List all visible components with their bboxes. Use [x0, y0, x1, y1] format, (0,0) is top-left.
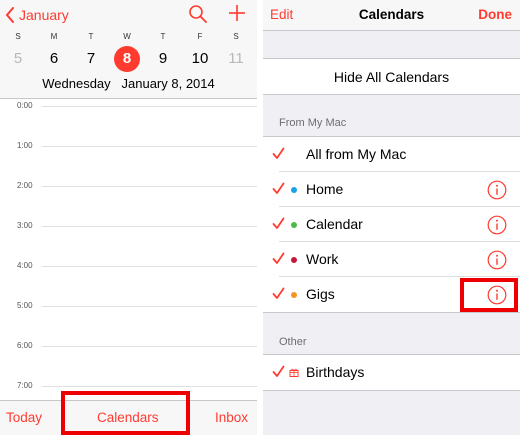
calendars-screen: Edit Calendars Done Hide All Calendars F… [263, 0, 520, 435]
back-to-month-button[interactable]: January [5, 4, 69, 26]
navigation-bar: Edit Calendars Done [263, 0, 520, 31]
calendar-row-home[interactable]: Home [263, 172, 520, 207]
calendar-name: Birthdays [306, 364, 365, 380]
hour-row: 1:00 [0, 141, 257, 150]
weekday-label: W [123, 32, 131, 41]
hour-row: 2:00 [0, 181, 257, 190]
hour-row: 4:00 [0, 261, 257, 270]
calendar-color-dot [291, 222, 297, 228]
add-event-icon[interactable] [227, 3, 247, 23]
calendar-row-birthdays[interactable]: Birthdays [263, 355, 520, 390]
hour-label: 1:00 [17, 141, 33, 150]
checkmark-icon [272, 147, 285, 159]
from-my-mac-group: All from My Mac Home Calendar Work Gigs [263, 136, 520, 313]
hour-label: 7:00 [17, 381, 33, 390]
hour-label: 3:00 [17, 221, 33, 230]
hour-row: 3:00 [0, 221, 257, 230]
calendar-header: January S M T W T F S 5 6 7 8 9 10 11 We… [0, 0, 257, 99]
calendar-row-work[interactable]: Work [263, 242, 520, 277]
weekday-label: S [233, 32, 239, 41]
today-button[interactable]: Today [6, 410, 42, 425]
hour-gridline [42, 306, 257, 307]
weekday-label: T [88, 32, 94, 41]
weekday-label: M [50, 32, 58, 41]
week-strip: 5 6 7 8 9 10 11 [0, 46, 257, 72]
hour-label: 2:00 [17, 181, 33, 190]
hour-gridline [42, 346, 257, 347]
calendar-row-gigs[interactable]: Gigs [263, 277, 520, 312]
date-cell[interactable]: 5 [4, 46, 32, 72]
hour-gridline [42, 146, 257, 147]
calendar-color-dot [291, 257, 297, 263]
info-icon[interactable] [487, 250, 507, 270]
info-icon[interactable] [487, 285, 507, 305]
hour-gridline [42, 186, 257, 187]
gift-icon [289, 368, 299, 377]
calendar-name: Gigs [306, 286, 335, 302]
date-cell[interactable]: 11 [222, 46, 250, 72]
date-cell[interactable]: 6 [40, 46, 68, 72]
checkmark-icon [272, 182, 285, 194]
section-header: From My Mac [279, 117, 347, 129]
hour-gridline [42, 266, 257, 267]
hide-all-calendars-button[interactable]: Hide All Calendars [263, 58, 520, 95]
calendar-name: Home [306, 181, 344, 197]
date-cell[interactable]: 9 [149, 46, 177, 72]
hour-gridline [42, 226, 257, 227]
checkmark-icon [272, 365, 285, 377]
selected-date-cell[interactable]: 8 [114, 46, 140, 72]
weekday-labels: S M T W T F S [0, 32, 257, 44]
section-header: Other [279, 336, 307, 348]
weekday-label: T [160, 32, 166, 41]
weekday-label: F [197, 32, 203, 41]
hour-label: 4:00 [17, 261, 33, 270]
calendar-color-dot [291, 292, 297, 298]
calendar-row-all-from-my-mac[interactable]: All from My Mac [263, 137, 520, 172]
calendars-button[interactable]: Calendars [97, 410, 159, 425]
hour-label: 6:00 [17, 341, 33, 350]
inbox-button[interactable]: Inbox [215, 410, 248, 425]
bottom-toolbar: Today Calendars Inbox [0, 400, 257, 435]
hour-row: 0:00 [0, 101, 257, 110]
day-timeline[interactable]: 0:00 1:00 2:00 3:00 4:00 5:00 6:00 7:00 [0, 100, 257, 400]
calendar-color-dot [291, 187, 297, 193]
hour-row: 7:00 [0, 381, 257, 390]
date-cell[interactable]: 7 [77, 46, 105, 72]
checkmark-icon [272, 217, 285, 229]
date-cell[interactable]: 10 [186, 46, 214, 72]
calendar-name: All from My Mac [306, 146, 407, 162]
hour-gridline [42, 106, 257, 107]
info-icon[interactable] [487, 215, 507, 235]
hour-label: 5:00 [17, 301, 33, 310]
weekday-label: S [15, 32, 21, 41]
checkmark-icon [272, 252, 285, 264]
search-icon[interactable] [188, 4, 208, 24]
selected-date-title: Wednesday January 8, 2014 [42, 76, 215, 91]
done-button[interactable]: Done [478, 7, 512, 22]
calendar-name: Calendar [306, 216, 363, 232]
other-group: Birthdays [263, 354, 520, 391]
chevron-left-icon [6, 7, 14, 23]
day-view-screen: January S M T W T F S 5 6 7 8 9 10 11 We… [0, 0, 257, 435]
hour-row: 5:00 [0, 301, 257, 310]
back-label: January [19, 7, 69, 23]
calendar-name: Work [306, 251, 339, 267]
hour-row: 6:00 [0, 341, 257, 350]
info-icon[interactable] [487, 180, 507, 200]
calendar-row-calendar[interactable]: Calendar [263, 207, 520, 242]
hour-gridline [42, 386, 257, 387]
hour-label: 0:00 [17, 101, 33, 110]
checkmark-icon [272, 287, 285, 299]
